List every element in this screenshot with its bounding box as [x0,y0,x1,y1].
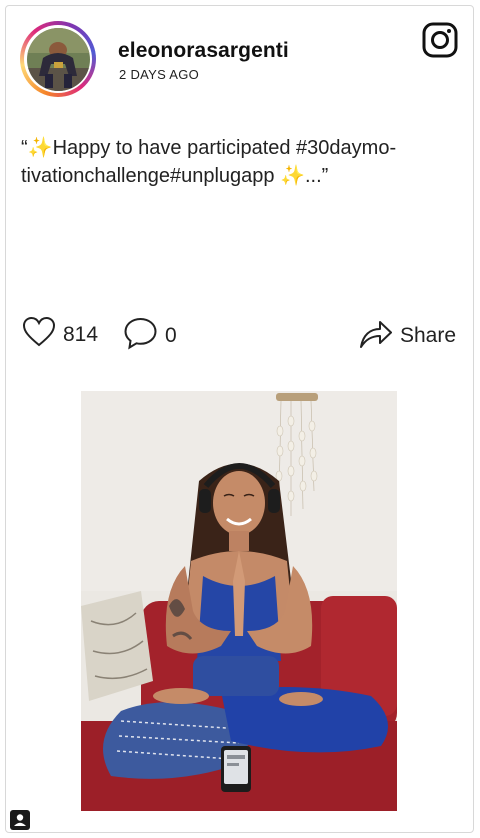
share-label: Share [400,323,457,347]
username[interactable]: eleonorasargenti [118,39,289,63]
post-caption: “✨Happy to have participated #30daymo- t… [21,137,397,187]
share-button[interactable]: Share [358,316,456,355]
comment-button[interactable]: 0 [123,316,177,355]
share-arrow-icon [358,316,394,355]
avatar-story-ring[interactable] [20,21,96,97]
heart-icon [22,316,56,353]
user-tag-icon[interactable] [10,810,30,830]
instagram-icon[interactable] [422,22,458,58]
like-button[interactable]: 814 [22,316,98,353]
avatar[interactable] [26,27,90,91]
like-count: 814 [63,322,99,346]
post-timestamp: 2 DAYS AGO [119,67,200,82]
speech-bubble-icon [123,316,158,355]
comment-count: 0 [165,323,177,347]
post-image[interactable] [81,391,397,811]
